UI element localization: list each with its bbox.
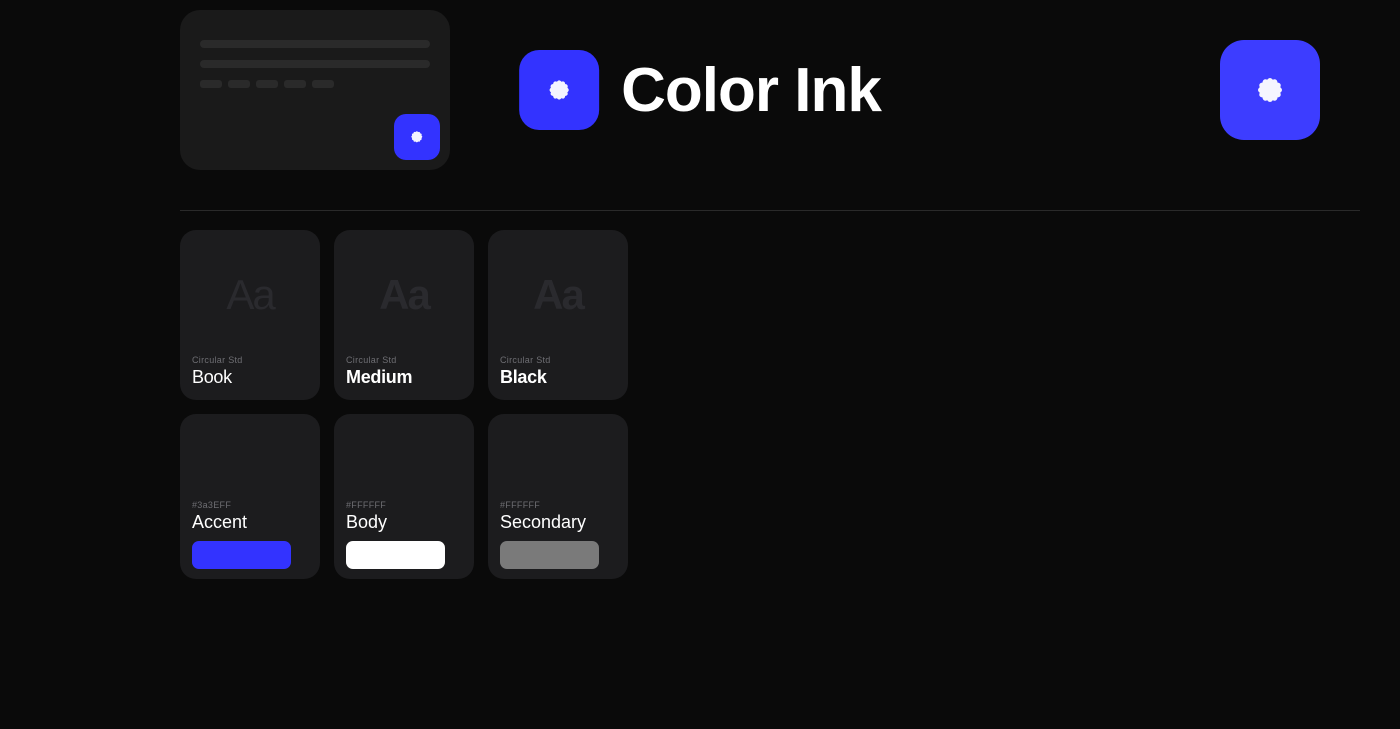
font-card-black: Aa Circular Std Black (488, 230, 628, 400)
app-icon-large (1220, 40, 1320, 140)
divider-horizontal (180, 210, 1360, 211)
color-card-body: #FFFFFF Body (334, 414, 474, 579)
bar-1 (200, 80, 222, 88)
color-name-secondary: Secondary (500, 512, 616, 533)
font-label-book: Circular Std Book (192, 355, 243, 388)
brand-header: Color Ink (519, 50, 881, 130)
color-hex-secondary: #FFFFFF (500, 500, 616, 510)
flower-icon-small (403, 123, 431, 151)
flower-icon-large (1240, 60, 1300, 120)
color-swatch-body (346, 541, 445, 569)
app-icon-small (394, 114, 440, 160)
color-name-accent: Accent (192, 512, 308, 533)
color-card-secondary: #FFFFFF Secondary (488, 414, 628, 579)
font-preview-black: Aa (488, 230, 628, 360)
font-preview-book: Aa (180, 230, 320, 360)
app-icon-medium (519, 50, 599, 130)
font-name-book: Book (192, 367, 243, 388)
color-name-body: Body (346, 512, 462, 533)
font-type-medium: Circular Std (346, 355, 412, 365)
bar-5 (312, 80, 334, 88)
bar-2 (228, 80, 250, 88)
font-type-book: Circular Std (192, 355, 243, 365)
font-label-black: Circular Std Black (500, 355, 551, 388)
color-card-accent: #3a3EFF Accent (180, 414, 320, 579)
font-preview-text-book: Aa (226, 271, 273, 319)
font-type-black: Circular Std (500, 355, 551, 365)
cards-grid: Aa Circular Std Book Aa Circular Std Med… (180, 230, 628, 579)
bar-3 (256, 80, 278, 88)
font-label-medium: Circular Std Medium (346, 355, 412, 388)
bar-4 (284, 80, 306, 88)
color-hex-body: #FFFFFF (346, 500, 462, 510)
brand-name: Color Ink (621, 55, 881, 126)
font-preview-text-black: Aa (533, 271, 583, 319)
font-card-book: Aa Circular Std Book (180, 230, 320, 400)
font-card-medium: Aa Circular Std Medium (334, 230, 474, 400)
phone-mockup (180, 10, 450, 170)
font-preview-text-medium: Aa (379, 271, 429, 319)
font-preview-medium: Aa (334, 230, 474, 360)
color-hex-accent: #3a3EFF (192, 500, 308, 510)
font-name-medium: Medium (346, 367, 412, 388)
color-swatch-accent (192, 541, 291, 569)
flower-icon-medium (535, 66, 583, 114)
font-name-black: Black (500, 367, 551, 388)
phone-bars (200, 80, 334, 88)
color-swatch-secondary (500, 541, 599, 569)
